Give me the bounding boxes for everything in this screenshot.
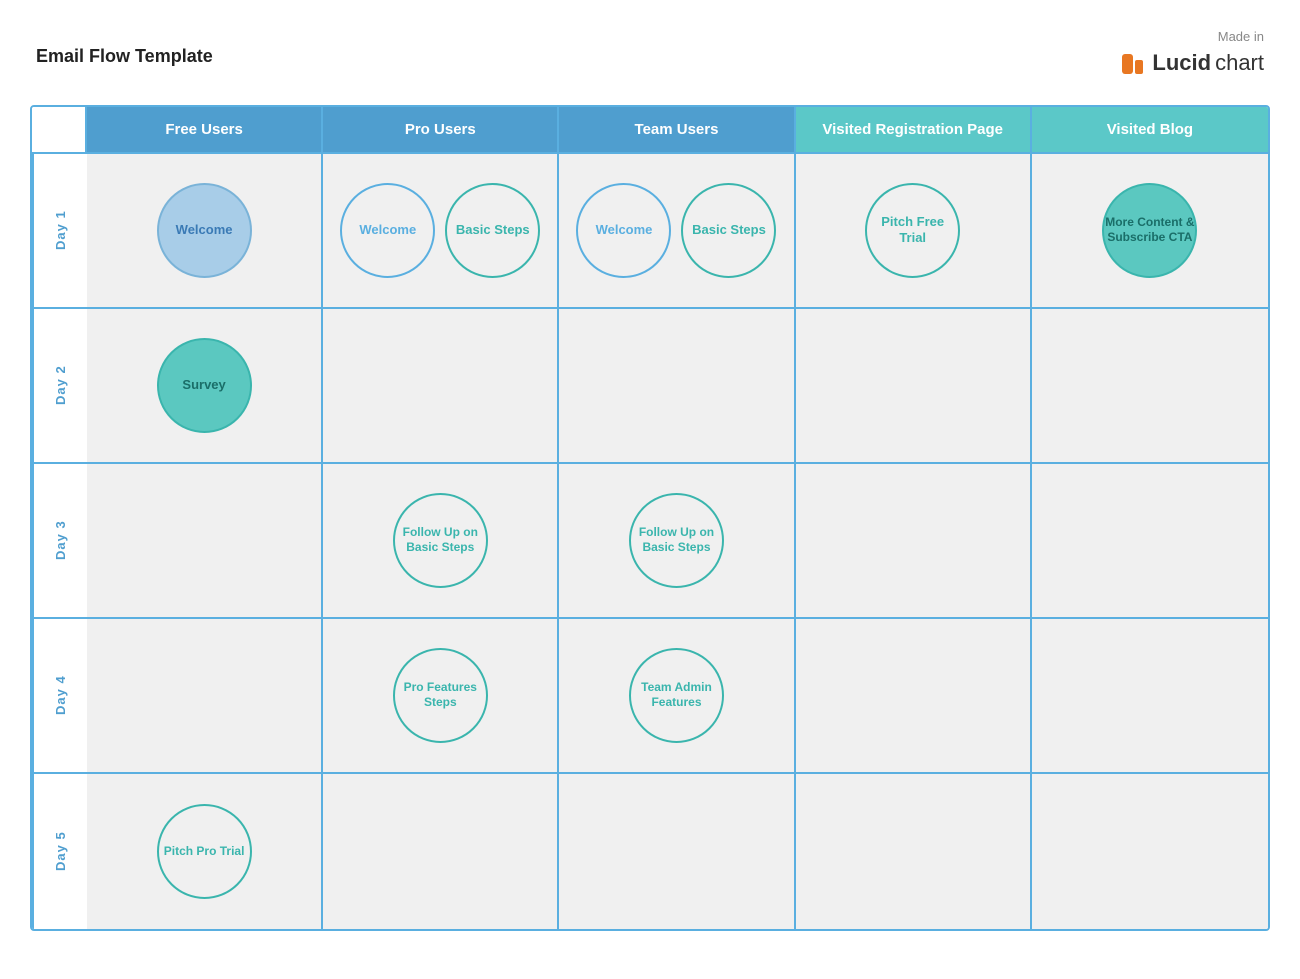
day-4-visited-reg-cell <box>796 619 1032 772</box>
email-flow-diagram: Free Users Pro Users Team Users Visited … <box>30 105 1270 931</box>
day-3-row: Day 3 Follow Up on Basic Steps Follow Up… <box>32 464 1268 619</box>
day1-free-welcome-circle: Welcome <box>157 183 252 278</box>
day-3-visited-reg-cell <box>796 464 1032 617</box>
day-1-visited-blog-cell: More Content & Subscribe CTA <box>1032 154 1268 307</box>
day-3-free-users-cell <box>87 464 323 617</box>
day-5-visited-reg-cell <box>796 774 1032 929</box>
day-2-visited-reg-cell <box>796 309 1032 462</box>
col-header-team-users: Team Users <box>559 107 795 152</box>
day4-team-admin-circle: Team Admin Features <box>629 648 724 743</box>
day1-blog-more-content-circle: More Content & Subscribe CTA <box>1102 183 1197 278</box>
day-1-label: Day 1 <box>53 211 68 251</box>
day-1-free-users-cell: Welcome <box>87 154 323 307</box>
col-header-visited-reg: Visited Registration Page <box>796 107 1032 152</box>
day-4-pro-users-cell: Pro Features Steps <box>323 619 559 772</box>
day1-pro-basic-steps-circle: Basic Steps <box>445 183 540 278</box>
col-header-free-users: Free Users <box>87 107 323 152</box>
day2-free-survey-circle: Survey <box>157 338 252 433</box>
day-5-visited-blog-cell <box>1032 774 1268 929</box>
day-4-label: Day 4 <box>53 676 68 716</box>
day-5-team-users-cell <box>559 774 795 929</box>
lucid-text-bold: Lucid <box>1152 48 1211 79</box>
day3-pro-followup-circle: Follow Up on Basic Steps <box>393 493 488 588</box>
day-5-row: Day 5 Pitch Pro Trial <box>32 774 1268 929</box>
day4-pro-features-circle: Pro Features Steps <box>393 648 488 743</box>
day-2-pro-users-cell <box>323 309 559 462</box>
page-title: Email Flow Template <box>36 46 213 67</box>
day-4-team-users-cell: Team Admin Features <box>559 619 795 772</box>
lucid-icon <box>1118 50 1146 78</box>
lucidchart-logo: Lucidchart <box>1118 48 1264 79</box>
day-5-pro-users-cell <box>323 774 559 929</box>
day-3-visited-blog-cell <box>1032 464 1268 617</box>
day-1-team-users-cell: Welcome Basic Steps <box>559 154 795 307</box>
day-4-free-users-cell <box>87 619 323 772</box>
day1-team-basic-steps-circle: Basic Steps <box>681 183 776 278</box>
day-2-visited-blog-cell <box>1032 309 1268 462</box>
day-2-label: Day 2 <box>53 366 68 406</box>
day-1-row: Day 1 Welcome Welcome Basic Steps Welcom… <box>32 154 1268 309</box>
day1-reg-pitch-free-trial-circle: Pitch Free Trial <box>865 183 960 278</box>
col-header-visited-blog: Visited Blog <box>1032 107 1268 152</box>
day5-free-pitch-pro-circle: Pitch Pro Trial <box>157 804 252 899</box>
day-3-label: Day 3 <box>53 521 68 561</box>
day-2-team-users-cell <box>559 309 795 462</box>
day3-team-followup-circle: Follow Up on Basic Steps <box>629 493 724 588</box>
day-4-row: Day 4 Pro Features Steps Team Admin Feat… <box>32 619 1268 774</box>
day-2-free-users-cell: Survey <box>87 309 323 462</box>
day-4-label-cell: Day 4 <box>32 619 87 772</box>
day-4-visited-blog-cell <box>1032 619 1268 772</box>
day-3-team-users-cell: Follow Up on Basic Steps <box>559 464 795 617</box>
day1-team-welcome-circle: Welcome <box>576 183 671 278</box>
day-5-free-users-cell: Pitch Pro Trial <box>87 774 323 929</box>
lucid-text-regular: chart <box>1215 48 1264 79</box>
day-2-row: Day 2 Survey <box>32 309 1268 464</box>
day-1-pro-users-cell: Welcome Basic Steps <box>323 154 559 307</box>
day-2-label-cell: Day 2 <box>32 309 87 462</box>
day-3-label-cell: Day 3 <box>32 464 87 617</box>
day-1-label-cell: Day 1 <box>32 154 87 307</box>
day-5-label: Day 5 <box>53 832 68 872</box>
logo-area: Made in Lucidchart <box>1118 28 1264 79</box>
header-spacer <box>32 107 87 152</box>
day1-pro-welcome-circle: Welcome <box>340 183 435 278</box>
day-5-label-cell: Day 5 <box>32 774 87 929</box>
column-headers-row: Free Users Pro Users Team Users Visited … <box>32 107 1268 154</box>
header: Email Flow Template Made in Lucidchart <box>0 0 1300 95</box>
made-in-label: Made in <box>1118 28 1264 46</box>
day-1-visited-reg-cell: Pitch Free Trial <box>796 154 1032 307</box>
day-3-pro-users-cell: Follow Up on Basic Steps <box>323 464 559 617</box>
col-header-pro-users: Pro Users <box>323 107 559 152</box>
